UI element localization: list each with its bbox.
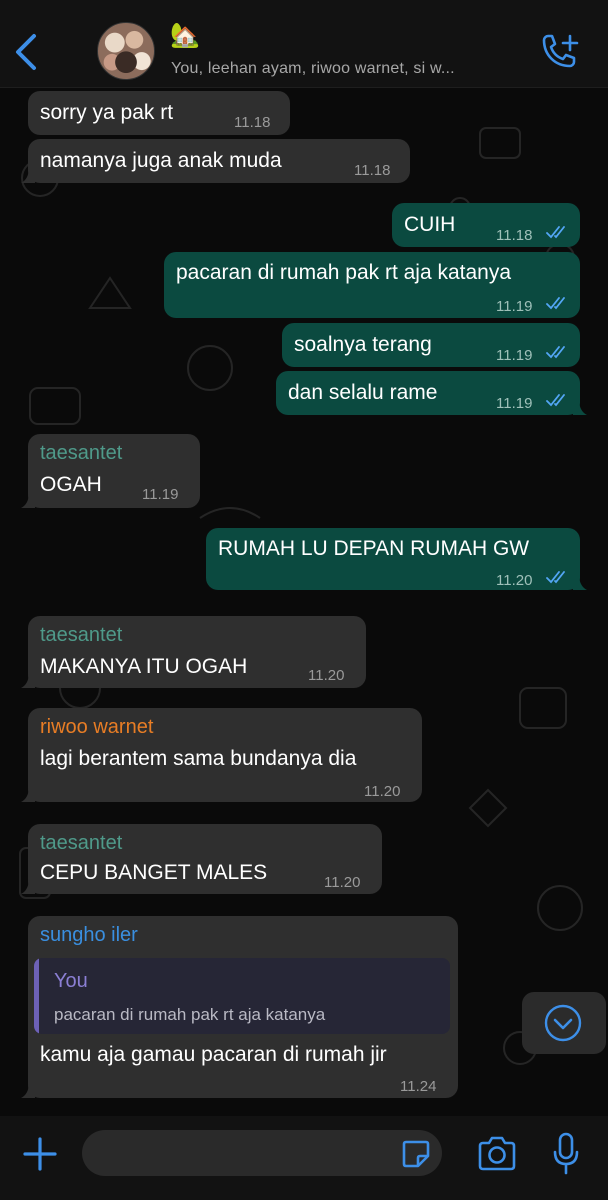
message-time: 11.18 xyxy=(496,227,533,244)
message-time: 11.18 xyxy=(234,114,271,131)
message-bubble[interactable]: sungho iler You pacaran di rumah pak rt … xyxy=(21,916,458,1098)
camera-icon[interactable] xyxy=(476,1136,518,1172)
scroll-to-bottom-button[interactable] xyxy=(522,992,606,1054)
message-time: 11.20 xyxy=(308,667,345,684)
read-ticks-icon xyxy=(546,346,565,359)
message-text: CEPU BANGET MALES xyxy=(40,861,268,884)
group-members[interactable]: You, leehan ayam, riwoo warnet, si w... xyxy=(171,60,455,78)
message-time: 11.19 xyxy=(142,486,179,503)
message-text: lagi berantem sama bundanya dia xyxy=(40,747,357,770)
quoted-reply[interactable]: You pacaran di rumah pak rt aja katanya xyxy=(34,958,450,1034)
message-bubble[interactable]: taesantet CEPU BANGET MALES 11.20 xyxy=(21,824,382,894)
bubble-tail xyxy=(21,672,35,688)
message-bubble[interactable]: CUIH 11.18 xyxy=(392,203,580,247)
message-text: namanya juga anak muda xyxy=(40,149,282,172)
message-text: RUMAH LU DEPAN RUMAH GW xyxy=(218,537,530,560)
bubble-tail xyxy=(573,574,587,590)
bubble-tail xyxy=(21,492,35,508)
message-time: 11.24 xyxy=(400,1078,437,1095)
sender-name[interactable]: taesantet xyxy=(40,440,122,466)
message-list[interactable]: sorry ya pak rt 11.18 namanya juga anak … xyxy=(0,88,608,1116)
message-time: 11.19 xyxy=(496,347,533,364)
bubble-tail xyxy=(21,167,35,183)
message-bubble[interactable]: namanya juga anak muda 11.18 xyxy=(21,139,410,183)
group-avatar[interactable] xyxy=(97,22,155,80)
quote-accent-bar xyxy=(34,958,39,1034)
sticker-icon[interactable] xyxy=(400,1138,432,1170)
message-bubble[interactable]: taesantet OGAH 11.19 xyxy=(21,434,200,508)
message-bubble[interactable]: sorry ya pak rt 11.18 xyxy=(28,91,290,135)
microphone-icon[interactable] xyxy=(552,1132,580,1176)
sender-name[interactable]: sungho iler xyxy=(40,922,138,948)
bubble-tail xyxy=(573,399,587,415)
message-bubble[interactable]: dan selalu rame 11.19 xyxy=(276,371,587,415)
quoted-sender: You xyxy=(54,970,88,992)
chat-header: 🏡 You, leehan ayam, riwoo warnet, si w..… xyxy=(0,0,608,88)
message-bubble[interactable]: pacaran di rumah pak rt aja katanya 11.1… xyxy=(164,252,580,318)
add-call-icon[interactable] xyxy=(538,32,580,72)
read-ticks-icon xyxy=(546,226,565,239)
message-bubble[interactable]: RUMAH LU DEPAN RUMAH GW 11.20 xyxy=(206,528,587,590)
composer-bar xyxy=(0,1116,608,1200)
message-text: MAKANYA ITU OGAH xyxy=(40,655,248,678)
message-time: 11.20 xyxy=(324,874,361,891)
quoted-text: pacaran di rumah pak rt aja katanya xyxy=(54,1005,326,1024)
back-chevron-icon[interactable] xyxy=(10,32,44,72)
read-ticks-icon xyxy=(546,297,565,310)
message-input[interactable] xyxy=(82,1130,442,1176)
message-text: OGAH xyxy=(40,473,102,496)
message-bubble[interactable]: taesantet MAKANYA ITU OGAH 11.20 xyxy=(21,616,366,688)
read-ticks-icon xyxy=(546,571,565,584)
message-time: 11.19 xyxy=(496,395,533,412)
message-text: sorry ya pak rt xyxy=(40,101,174,124)
bubble-tail xyxy=(21,786,35,802)
message-time: 11.18 xyxy=(354,162,391,179)
sender-name[interactable]: taesantet xyxy=(40,622,122,648)
message-time: 11.20 xyxy=(496,572,533,589)
bubble-tail xyxy=(21,1082,35,1098)
group-name-emoji[interactable]: 🏡 xyxy=(170,22,200,50)
sender-name[interactable]: riwoo warnet xyxy=(40,714,153,740)
plus-icon[interactable] xyxy=(22,1136,58,1172)
message-text: soalnya terang xyxy=(294,333,432,356)
chevron-down-icon xyxy=(544,1004,582,1042)
message-text: CUIH xyxy=(404,213,456,236)
message-text: dan selalu rame xyxy=(288,381,438,404)
message-text: pacaran di rumah pak rt aja katanya xyxy=(176,261,512,284)
message-bubble[interactable]: soalnya terang 11.19 xyxy=(282,323,580,367)
message-bubble[interactable]: riwoo warnet lagi berantem sama bundanya… xyxy=(21,708,422,802)
bubble-tail xyxy=(21,878,35,894)
message-text: kamu aja gamau pacaran di rumah jir xyxy=(40,1043,387,1066)
message-time: 11.20 xyxy=(364,783,401,800)
message-time: 11.19 xyxy=(496,298,533,315)
sender-name[interactable]: taesantet xyxy=(40,830,122,856)
read-ticks-icon xyxy=(546,394,565,407)
